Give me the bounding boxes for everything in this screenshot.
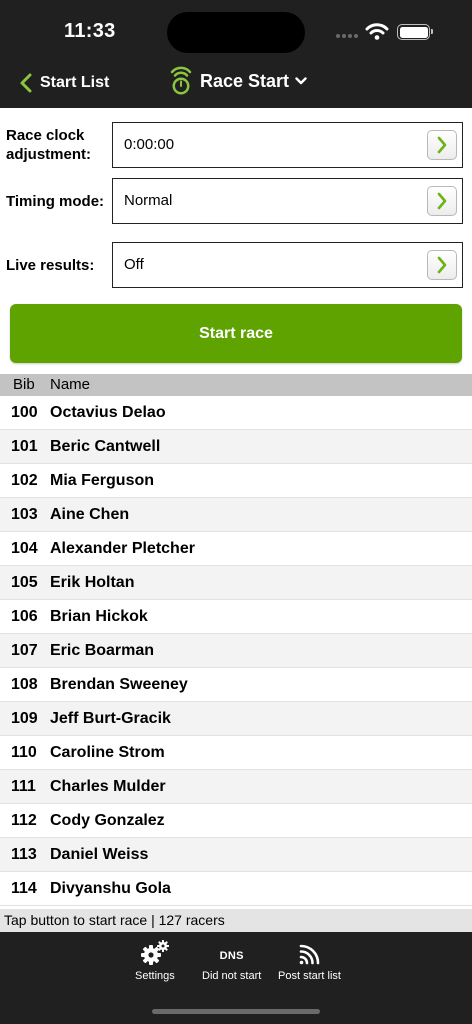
- battery-icon: [397, 24, 433, 40]
- row-bib: 107: [11, 642, 38, 659]
- settings-label: Settings: [135, 970, 175, 982]
- cellular-signal-icon: [336, 34, 358, 38]
- timing-mode-field[interactable]: Normal: [112, 178, 463, 224]
- row-name: Divyanshu Gola: [50, 880, 171, 897]
- live-results-chevron-button[interactable]: [427, 250, 457, 280]
- row-bib: 110: [11, 744, 37, 761]
- start-race-button[interactable]: Start race: [10, 304, 462, 363]
- table-row[interactable]: 107 Eric Boarman: [0, 634, 472, 668]
- home-indicator: [152, 1009, 320, 1014]
- table-row[interactable]: 101 Beric Cantwell: [0, 430, 472, 464]
- gears-icon: [140, 940, 169, 965]
- table-row[interactable]: 106 Brian Hickok: [0, 600, 472, 634]
- row-bib: 111: [11, 778, 36, 795]
- timing-mode-row: Timing mode: Normal: [0, 170, 472, 228]
- chevron-right-icon: [437, 192, 447, 210]
- table-row[interactable]: 114 Divyanshu Gola: [0, 872, 472, 906]
- row-name: Aine Chen: [50, 506, 130, 523]
- table-row[interactable]: 103 Aine Chen: [0, 498, 472, 532]
- post-start-list-button[interactable]: Post start list: [278, 938, 341, 982]
- table-row[interactable]: 108 Brendan Sweeney: [0, 668, 472, 702]
- timing-mode-chevron-button[interactable]: [427, 186, 457, 216]
- status-time: 11:33: [64, 20, 116, 42]
- racer-list[interactable]: 100 Octavius Delao 101 Beric Cantwell 102 M…: [0, 396, 472, 908]
- timing-mode-label: Timing mode:: [6, 193, 105, 210]
- row-bib: 103: [11, 506, 38, 523]
- row-name: Caroline Strom: [50, 744, 165, 761]
- wifi-icon: [365, 23, 389, 40]
- row-name: Alexander Pletcher: [50, 540, 195, 557]
- row-name: Mia Ferguson: [50, 472, 155, 489]
- table-row[interactable]: 109 Jeff Burt-Gracik: [0, 702, 472, 736]
- list-header: Bib Name: [0, 374, 472, 396]
- row-bib: 114: [11, 880, 37, 897]
- live-results-field[interactable]: Off: [112, 242, 463, 288]
- row-name: Brendan Sweeney: [50, 676, 188, 693]
- back-button[interactable]: Start List: [20, 70, 109, 96]
- row-bib: 102: [11, 472, 38, 489]
- table-row[interactable]: 102 Mia Ferguson: [0, 464, 472, 498]
- nav-title: Race Start: [200, 70, 290, 91]
- did-not-start-label: Did not start: [202, 970, 262, 982]
- table-row[interactable]: 110 Caroline Strom: [0, 736, 472, 770]
- row-bib: 108: [11, 676, 38, 693]
- row-bib: 112: [11, 812, 37, 829]
- row-name: Charles Mulder: [50, 778, 166, 795]
- row-name: Octavius Delao: [50, 404, 166, 421]
- race-clock-chevron-button[interactable]: [427, 130, 457, 160]
- top-bar: 11:33 Start List Race Start: [0, 0, 472, 108]
- live-results-label: Live results:: [6, 257, 95, 274]
- chevron-right-icon: [437, 136, 447, 154]
- row-name: Daniel Weiss: [50, 846, 149, 863]
- column-header-bib: Bib: [13, 376, 35, 393]
- race-clock-row: Race clock adjustment: 0:00:00: [0, 114, 472, 172]
- row-bib: 106: [11, 608, 38, 625]
- table-row[interactable]: 105 Erik Holtan: [0, 566, 472, 600]
- row-bib: 105: [11, 574, 38, 591]
- live-results-row: Live results: Off: [0, 234, 472, 292]
- chevron-right-icon: [437, 256, 447, 274]
- stopwatch-icon: [170, 66, 192, 95]
- settings-button[interactable]: Settings: [135, 938, 175, 982]
- row-name: Eric Boarman: [50, 642, 155, 659]
- back-button-label: Start List: [40, 74, 110, 91]
- row-bib: 100: [11, 404, 38, 421]
- row-bib: 109: [11, 710, 38, 727]
- race-clock-field[interactable]: 0:00:00: [112, 122, 463, 168]
- table-row[interactable]: 104 Alexander Pletcher: [0, 532, 472, 566]
- column-header-name: Name: [50, 376, 91, 393]
- row-name: Beric Cantwell: [50, 438, 161, 455]
- race-clock-value: 0:00:00: [124, 136, 175, 153]
- dynamic-island: [167, 12, 305, 53]
- row-name: Cody Gonzalez: [50, 812, 165, 829]
- row-bib: 113: [11, 846, 37, 863]
- chevron-left-icon: [20, 73, 32, 93]
- wifi-signal-icon: [300, 944, 320, 965]
- race-clock-label: Race clock adjustment:: [6, 127, 92, 163]
- row-name: Erik Holtan: [50, 574, 135, 591]
- timing-mode-value: Normal: [124, 192, 173, 209]
- did-not-start-button[interactable]: DNS Did not start: [202, 938, 261, 982]
- row-name: Jeff Burt-Gracik: [50, 710, 171, 727]
- table-row[interactable]: 113 Daniel Weiss: [0, 838, 472, 872]
- post-start-list-label: Post start list: [278, 970, 341, 982]
- row-name: Brian Hickok: [50, 608, 148, 625]
- live-results-value: Off: [124, 256, 144, 273]
- dns-icon: DNS: [219, 950, 244, 962]
- table-row[interactable]: 111 Charles Mulder: [0, 770, 472, 804]
- row-bib: 101: [11, 438, 38, 455]
- chevron-down-icon: [295, 77, 307, 85]
- table-row[interactable]: 112 Cody Gonzalez: [0, 804, 472, 838]
- race-selector[interactable]: Race Start: [168, 64, 307, 98]
- footer-status: Tap button to start race | 127 racers: [0, 909, 472, 932]
- row-bib: 104: [11, 540, 38, 557]
- table-row[interactable]: 100 Octavius Delao: [0, 396, 472, 430]
